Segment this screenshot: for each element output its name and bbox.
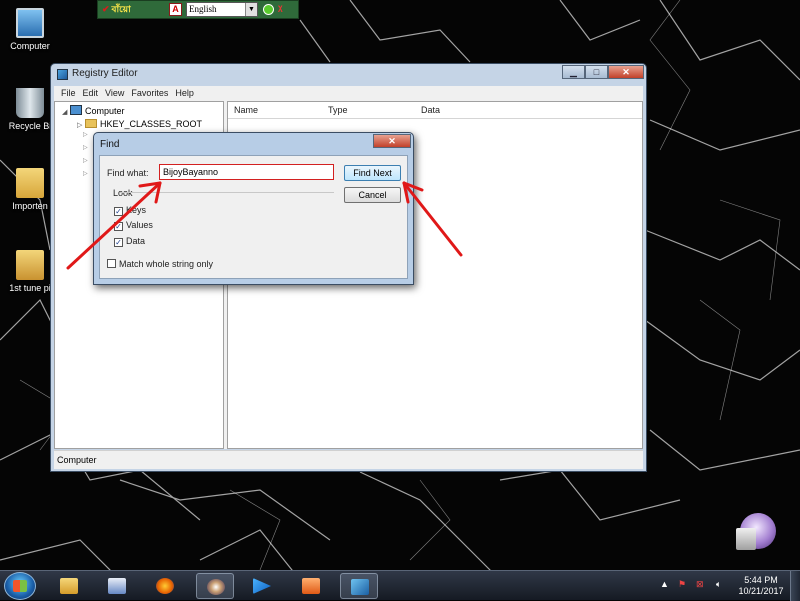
taskbar-media[interactable] bbox=[196, 573, 234, 599]
taskbar-regedit[interactable] bbox=[340, 573, 378, 599]
firefox-icon bbox=[156, 578, 174, 594]
desktop-background: ✔ বাঁয়াে A English ▼ ᵡ Computer Recycle … bbox=[0, 0, 800, 601]
action-center-flag-icon[interactable]: ⚑ bbox=[678, 579, 686, 590]
explorer-icon bbox=[60, 578, 78, 594]
annotation-arrow bbox=[66, 181, 162, 270]
system-clock[interactable]: 5:44 PM 10/21/2017 bbox=[736, 575, 786, 597]
word-icon bbox=[108, 578, 126, 594]
taskbar-explorer[interactable] bbox=[50, 573, 88, 599]
annotation-arrow bbox=[402, 181, 463, 257]
taskbar-player[interactable] bbox=[243, 573, 281, 599]
start-button[interactable] bbox=[4, 572, 36, 600]
play-icon bbox=[253, 578, 271, 594]
taskbar: ▲ ⚑ ⊠ 🔈︎ 5:44 PM 10/21/2017 bbox=[0, 570, 800, 601]
show-desktop-button[interactable] bbox=[790, 571, 800, 601]
taskbar-firefox[interactable] bbox=[146, 573, 184, 599]
video-icon bbox=[302, 578, 320, 594]
annotation-arrows bbox=[66, 181, 463, 270]
tray-expand-icon[interactable]: ▲ bbox=[660, 579, 669, 589]
taskbar-video[interactable] bbox=[292, 573, 330, 599]
taskbar-word[interactable] bbox=[98, 573, 136, 599]
gadget-icon[interactable] bbox=[736, 528, 756, 550]
network-icon[interactable]: ⊠ bbox=[696, 579, 704, 590]
clock-date: 10/21/2017 bbox=[738, 586, 784, 596]
volume-icon[interactable]: 🔈︎ bbox=[716, 579, 721, 590]
windows-logo-icon bbox=[13, 580, 27, 592]
clock-time: 5:44 PM bbox=[744, 575, 778, 585]
regedit-icon bbox=[351, 579, 369, 595]
media-icon bbox=[207, 579, 225, 595]
